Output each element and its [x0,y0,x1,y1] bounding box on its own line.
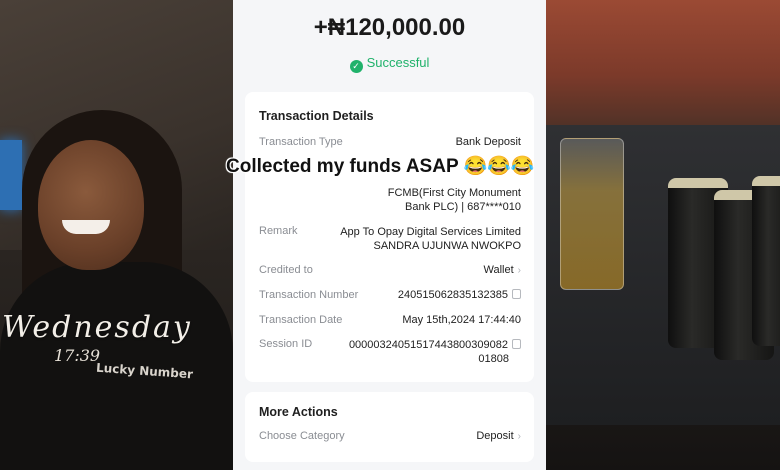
glass-of-drink [560,138,624,290]
row-value: FCMB(First City Monument Bank PLC) | 687… [388,186,521,214]
smile [62,220,110,234]
row-label: Credited to [259,264,313,276]
status-badge: ✓ Successful [233,55,546,73]
drink-can [752,176,780,346]
row-label: Transaction Date [259,314,343,326]
transaction-number-value: 240515062835132385 [397,289,508,301]
row-label: Transaction Type [259,136,343,148]
remark-line-1: App To Opay Digital Services Limited [340,226,521,238]
category-value: Deposit [476,430,514,442]
credited-to-value: Wallet [483,264,514,276]
copy-icon[interactable] [512,339,521,349]
row-label: Session ID [259,338,313,350]
session-line-2: 01808 [478,353,509,365]
row-value: May 15th,2024 17:44:40 [402,314,521,326]
row-value: App To Opay Digital Services Limited SAN… [340,225,521,253]
red-floor [546,0,780,125]
row-label: Remark [259,225,298,237]
row-value: 240515062835132385 [398,289,521,301]
check-circle-icon: ✓ [349,60,363,73]
more-actions-card: More Actions Choose Category Deposit › [245,392,534,462]
day-overlay-text: Wednesday [2,310,192,345]
row-value[interactable]: Deposit › [476,430,521,442]
row-value[interactable]: Wallet › [484,264,522,276]
woman-face [38,140,144,270]
row-label: Choose Category [259,430,345,442]
bank-line-1: FCMB(First City Monument [387,187,521,199]
row-label: Transaction Number [259,289,359,301]
status-label: Successful [366,55,430,70]
transaction-details-card: Transaction Details Transaction Type Ban… [245,92,534,382]
caption-overlay: Collected my funds ASAP 😂😂😂 [226,156,535,177]
copy-icon[interactable] [512,289,521,299]
more-actions-title: More Actions [259,405,338,419]
chevron-right-icon: › [517,431,521,442]
row-value: 00000324051517443800309082 01808 [349,338,521,366]
left-photo: Wednesday 17:39 Lucky Number [0,0,233,470]
amount: +₦120,000.00 [313,14,466,41]
tv-screen-glow [0,140,22,210]
right-photo [546,0,780,470]
details-title: Transaction Details [259,109,374,123]
row-value: Bank Deposit [455,136,521,148]
session-line-1: 00000324051517443800309082 [348,339,508,351]
chevron-right-icon: › [517,265,521,276]
remark-line-2: SANDRA UJUNWA NWOKPO [373,240,522,252]
bank-line-2: Bank PLC) | 687****010 [405,201,521,213]
transaction-receipt: +₦120,000.00 ✓ Successful Transaction Det… [233,0,546,470]
time-overlay-text: 17:39 [54,346,101,365]
